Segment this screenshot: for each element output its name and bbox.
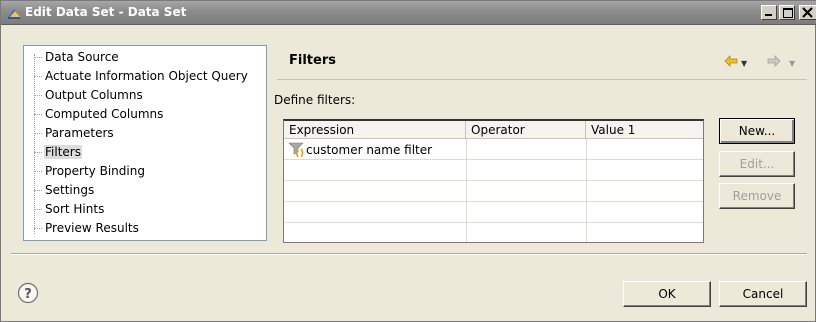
navigation-tree[interactable]: Data Source Actuate Information Object Q…	[23, 45, 267, 241]
tree-item-label: Preview Results	[45, 221, 139, 235]
tree-item-parameters[interactable]: Parameters	[34, 124, 266, 142]
remove-filter-button[interactable]: Remove	[719, 183, 795, 209]
page-title: Filters	[289, 53, 336, 68]
table-row[interactable]	[284, 224, 703, 242]
data-set-icon	[8, 9, 20, 19]
window-title: Edit Data Set - Data Set	[25, 5, 187, 19]
filter-expression-icon: ()	[288, 142, 304, 157]
svg-text:(): ()	[295, 148, 304, 157]
table-row[interactable]	[284, 161, 703, 181]
tree-item-output-columns[interactable]: Output Columns	[34, 86, 266, 104]
maximize-button[interactable]	[779, 5, 795, 20]
table-row[interactable]	[284, 203, 703, 223]
new-filter-button[interactable]: New...	[719, 118, 795, 144]
filter-expression-text: customer name filter	[306, 143, 433, 157]
expression-cell: () customer name filter	[288, 141, 432, 159]
tree-item-sort-hints[interactable]: Sort Hints	[34, 200, 266, 218]
tree-item-label: Computed Columns	[45, 107, 164, 121]
tree-item-label: Output Columns	[45, 88, 143, 102]
column-header-expression[interactable]: Expression	[284, 121, 466, 139]
tree-item-computed-columns[interactable]: Computed Columns	[34, 105, 266, 123]
tree-item-label: Actuate Information Object Query	[45, 69, 248, 83]
tree-item-label: Settings	[45, 183, 95, 197]
tree-item-label: Parameters	[45, 126, 114, 140]
back-dropdown-icon[interactable]: ▼	[741, 59, 747, 68]
help-icon[interactable]: ?	[17, 282, 39, 304]
tree-item-data-source[interactable]: Data Source	[34, 48, 266, 66]
footer-divider	[11, 253, 807, 255]
table-header: Expression Operator Value 1	[284, 121, 703, 139]
filters-table[interactable]: Expression Operator Value 1 () customer …	[283, 119, 704, 243]
forward-dropdown-icon[interactable]: ▼	[789, 59, 795, 68]
table-row[interactable]: () customer name filter	[284, 140, 703, 160]
table-row[interactable]	[284, 182, 703, 202]
tree-item-actuate-information-object-query[interactable]: Actuate Information Object Query	[34, 67, 266, 85]
edit-filter-button[interactable]: Edit...	[719, 151, 795, 177]
column-header-value-1[interactable]: Value 1	[586, 121, 703, 139]
tree-item-property-binding[interactable]: Property Binding	[34, 162, 266, 180]
back-arrow-icon[interactable]	[724, 55, 738, 67]
svg-text:?: ?	[24, 287, 32, 302]
tree-item-label: Property Binding	[45, 164, 145, 178]
tree-item-label: Data Source	[45, 50, 119, 64]
minimize-button[interactable]	[761, 5, 777, 20]
title-bar[interactable]: Edit Data Set - Data Set	[1, 1, 816, 25]
tree-item-settings[interactable]: Settings	[34, 181, 266, 199]
header-divider	[277, 79, 807, 80]
column-header-operator[interactable]: Operator	[466, 121, 586, 139]
cancel-button[interactable]: Cancel	[719, 281, 807, 307]
tree-item-label: Filters	[44, 145, 82, 159]
close-icon	[802, 7, 813, 18]
tree-item-preview-results[interactable]: Preview Results	[34, 219, 266, 237]
edit-data-set-dialog: Edit Data Set - Data Set Data Source Act…	[0, 0, 816, 322]
tree-item-filters[interactable]: Filters	[34, 143, 266, 161]
forward-arrow-icon[interactable]	[767, 55, 781, 67]
tree-item-label: Sort Hints	[45, 202, 105, 216]
close-button[interactable]	[799, 5, 816, 20]
define-filters-label: Define filters:	[274, 93, 356, 107]
ok-button[interactable]: OK	[623, 281, 711, 307]
